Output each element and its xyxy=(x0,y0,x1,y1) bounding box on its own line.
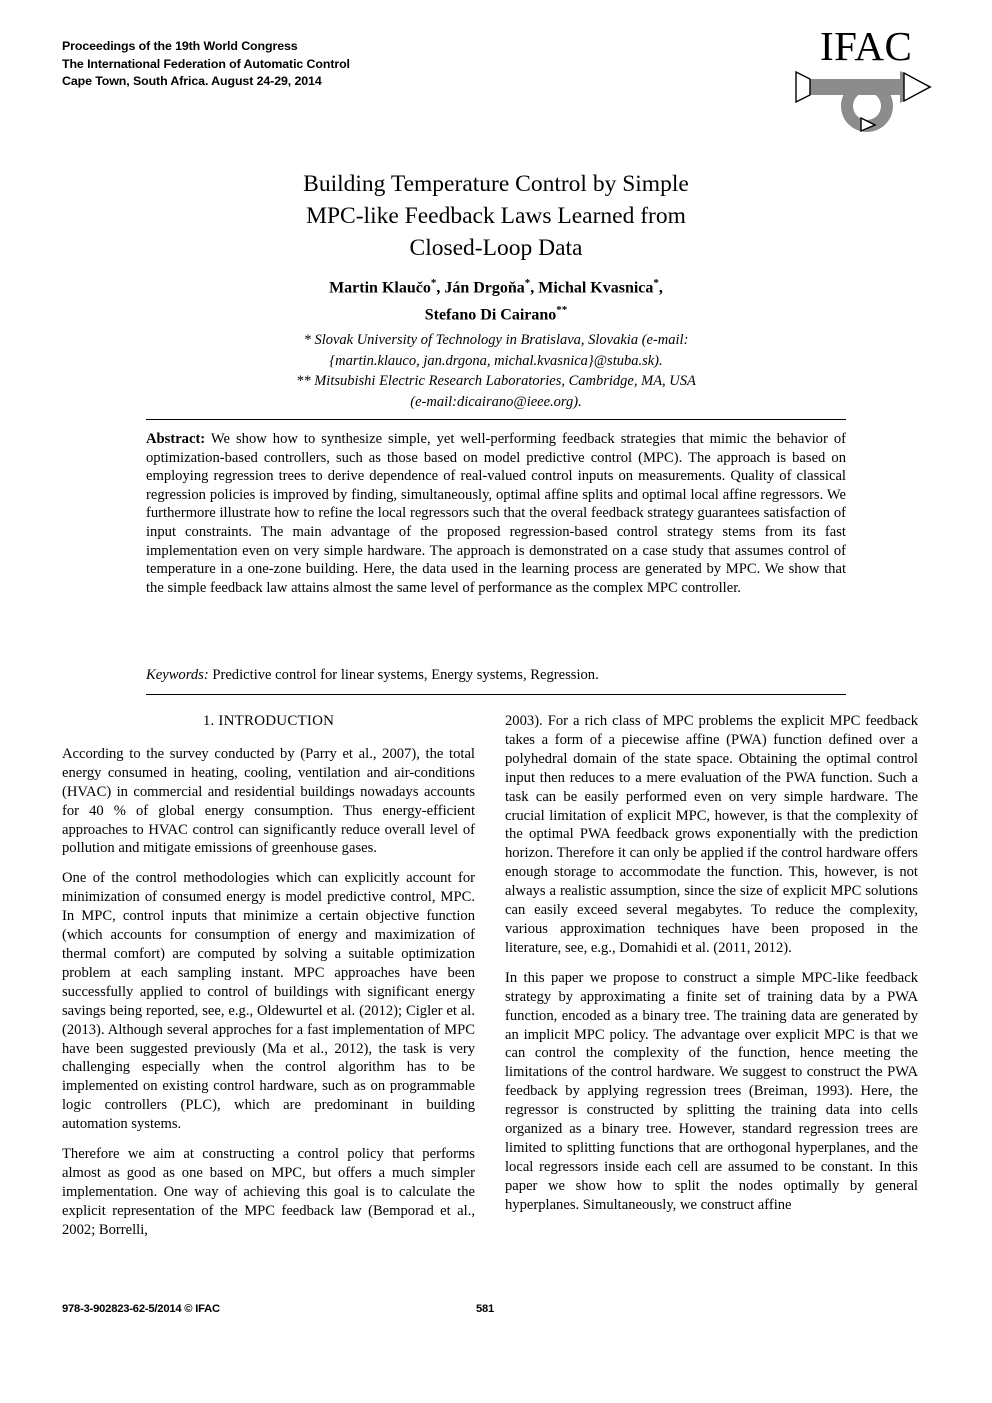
paragraph: 2003). For a rich class of MPC problems … xyxy=(505,713,918,956)
paragraph: According to the survey conducted by (Pa… xyxy=(62,745,475,857)
author-dicairano-mark: ** xyxy=(556,304,568,317)
affiliation-line-1: * Slovak University of Technology in Bra… xyxy=(303,332,689,348)
keywords-block: Keywords: Predictive control for linear … xyxy=(146,666,846,685)
page-footer: 978-3-902823-62-5/2014 © IFAC 581 xyxy=(62,1303,930,1321)
ifac-logo-text: IFAC xyxy=(820,23,913,69)
ifac-logo: IFAC xyxy=(792,24,942,132)
paper-title-line-3: Closed-Loop Data xyxy=(409,235,583,261)
masthead-line-1: Proceedings of the 19th World Congress xyxy=(62,39,298,53)
paragraph: Therefore we aim at constructing a contr… xyxy=(62,1146,475,1238)
body-column-right: 2003). For a rich class of MPC problems … xyxy=(505,712,918,1215)
author-klauco: Martin Klaučo xyxy=(329,279,431,297)
author-list: Martin Klaučo*, Ján Drgoňa*, Michal Kvas… xyxy=(176,272,816,327)
abstract-label: Abstract: xyxy=(146,431,206,447)
paper-title: Building Temperature Control by Simple M… xyxy=(176,168,816,264)
affiliation-line-4: (e-mail:dicairano@ieee.org). xyxy=(410,393,582,410)
paper-title-line-1: Building Temperature Control by Simple xyxy=(303,171,689,197)
proceedings-masthead: Proceedings of the 19th World Congress T… xyxy=(62,38,582,91)
author-drgona: , Ján Drgoňa xyxy=(436,279,525,297)
paragraph: One of the control methodologies which c… xyxy=(62,870,475,1133)
masthead-line-2: The International Federation of Automati… xyxy=(62,56,350,71)
paper-page: Proceedings of the 19th World Congress T… xyxy=(0,0,992,1403)
author-line1-comma: , xyxy=(658,279,663,297)
abstract-rule-top xyxy=(146,419,846,420)
author-kvasnica: , Michal Kvasnica xyxy=(530,279,654,297)
body-column-left: 1. INTRODUCTION According to the survey … xyxy=(62,712,475,1240)
abstract-block: Abstract: We show how to synthesize simp… xyxy=(146,430,846,597)
keywords-label: Keywords: xyxy=(146,667,209,683)
affiliation-line-2: {martin.klauco, jan.drgona, michal.kvasn… xyxy=(329,352,663,369)
masthead-line-3: Cape Town, South Africa. August 24-29, 2… xyxy=(62,74,322,88)
author-line-1: Martin Klaučo*, Ján Drgoňa*, Michal Kvas… xyxy=(176,272,816,299)
keywords-body: Predictive control for linear systems, E… xyxy=(208,667,599,683)
affiliation-block: * Slovak University of Technology in Bra… xyxy=(176,330,816,412)
ifac-feedback-loop-icon xyxy=(795,70,932,132)
abstract-rule-bottom xyxy=(146,694,846,695)
affiliation-line-3: ** Mitsubishi Electric Research Laborato… xyxy=(296,373,696,389)
abstract-body: We show how to synthesize simple, yet we… xyxy=(146,431,846,596)
paragraph: In this paper we propose to construct a … xyxy=(505,969,918,1213)
page-number: 581 xyxy=(476,1303,495,1315)
author-dicairano: Stefano Di Cairano xyxy=(424,306,557,324)
author-line-2: Stefano Di Cairano** xyxy=(176,299,816,326)
isbn-copyright: 978-3-902823-62-5/2014 © IFAC xyxy=(62,1303,220,1315)
section-heading-introduction: 1. INTRODUCTION xyxy=(202,713,335,729)
paper-title-line-2: MPC-like Feedback Laws Learned from xyxy=(306,203,686,229)
